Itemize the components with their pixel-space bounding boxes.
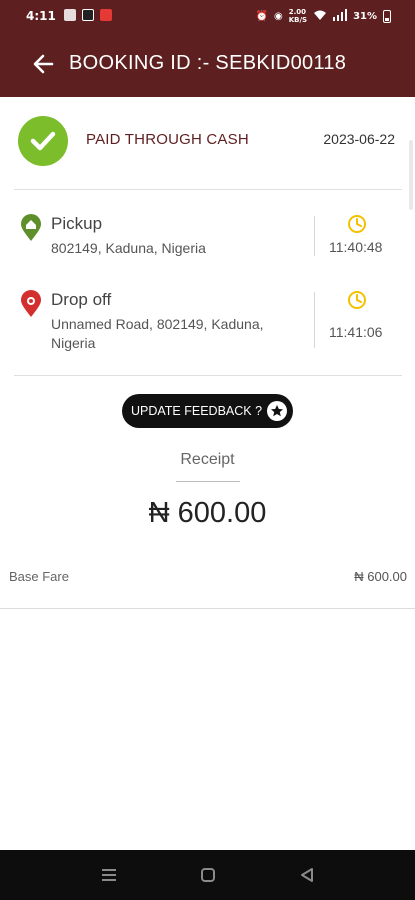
total-amount: ₦ 600.00 [148,497,267,529]
battery-percent: 31% [353,10,377,22]
booking-date: 2023-06-22 [323,131,395,147]
home-icon[interactable] [197,865,219,885]
divider [0,608,415,609]
divider [314,216,315,256]
divider [14,189,402,190]
scrollbar[interactable] [409,140,413,210]
receipt-heading: Receipt [180,451,235,468]
battery-icon [383,9,391,23]
pickup-title: Pickup [51,214,103,233]
pickup-time: 11:40:48 [329,239,383,255]
fare-line-value: ₦ 600.00 [354,569,407,584]
star-icon [267,401,287,421]
update-feedback-button[interactable]: UPDATE FEEDBACK ? [122,394,293,428]
notification-app-icon [82,9,94,21]
dropoff-time: 11:41:06 [329,324,383,340]
pickup-clock-icon [347,214,367,234]
fare-line-label: Base Fare [9,569,69,584]
status-bar: 4:11 ⏰ ◉ 2.00 KB/S 31% [0,0,415,34]
toolbar: BOOKING ID :- SEBKID00118 [0,40,415,90]
dropoff-title: Drop off [51,290,112,309]
dropoff-pin-icon [20,290,42,318]
signal-icon [333,8,348,24]
pickup-pin-icon [20,214,42,242]
payment-method-label: PAID THROUGH CASH [86,131,249,148]
back-nav-icon[interactable] [296,865,318,885]
recent-apps-icon[interactable] [98,865,120,885]
app-header-area: 4:11 ⏰ ◉ 2.00 KB/S 31% BOOKING ID:- SEB… [0,0,415,97]
divider [14,375,402,376]
screen-record-icon [100,9,112,21]
alarm-icon: ⏰ [255,10,268,22]
notification-icons [64,9,112,21]
update-feedback-label: UPDATE FEEDBACK ? [131,404,263,418]
wifi-icon [313,9,327,24]
location-icon: ◉ [273,10,283,22]
system-navigation-bar [0,850,415,900]
divider [314,292,315,348]
paid-check-icon [18,116,68,166]
dropoff-clock-icon [347,290,367,310]
network-speed: 2.00 KB/S [288,8,308,24]
system-icons: ⏰ ◉ 2.00 KB/S 31% [256,8,391,24]
status-time: 4:11 [26,9,56,23]
page-title: BOOKING ID :- SEBKID00118 [69,52,347,74]
back-arrow-icon[interactable] [30,50,58,78]
notification-app-icon [64,9,76,21]
pickup-address: 802149, Kaduna, Nigeria [51,240,206,256]
receipt-underline [176,481,240,482]
dropoff-address: Unnamed Road, 802149, Kaduna, Nigeria [51,316,264,351]
